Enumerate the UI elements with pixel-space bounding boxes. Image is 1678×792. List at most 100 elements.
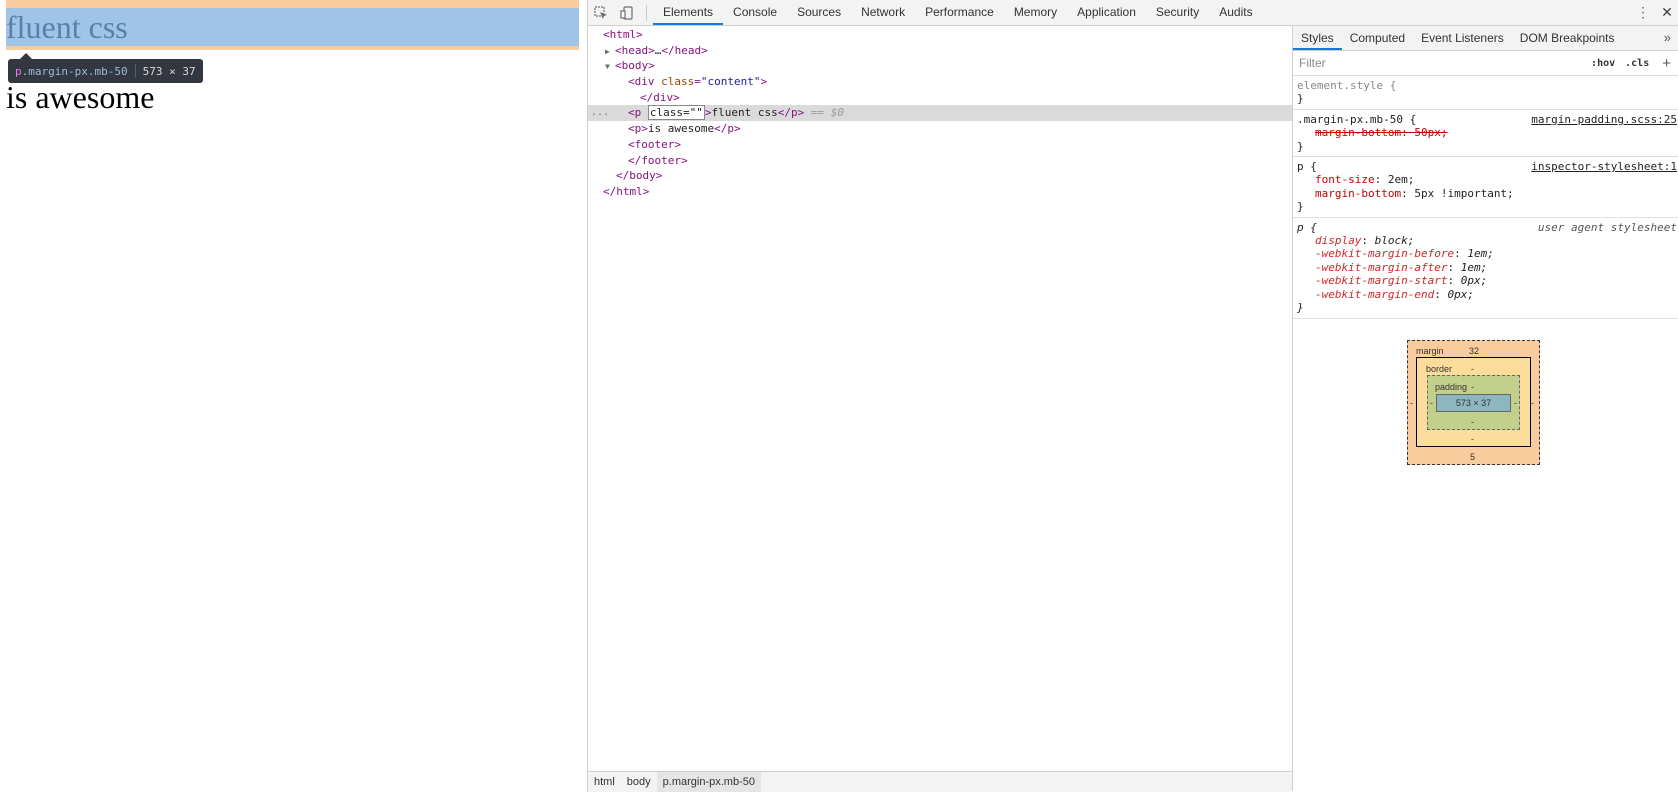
tab-event-listeners[interactable]: Event Listeners bbox=[1413, 26, 1512, 50]
rule-source-link[interactable]: inspector-stylesheet:1 bbox=[1531, 160, 1677, 173]
div-attr-name: class bbox=[661, 75, 695, 89]
select-element-icon[interactable] bbox=[588, 0, 614, 26]
more-options-icon[interactable]: ⋮ bbox=[1631, 0, 1655, 25]
tab-network[interactable]: Network bbox=[851, 0, 915, 25]
box-model-diagram: margin 32 5 - - border - - padding - - -… bbox=[1407, 340, 1540, 465]
breadcrumb: html body p.margin-px.mb-50 bbox=[588, 771, 1292, 792]
paragraph-is-awesome[interactable]: is awesome bbox=[6, 78, 154, 116]
tree-node-footer-close[interactable]: </footer> bbox=[588, 153, 1292, 169]
margin-label: margin bbox=[1416, 346, 1444, 356]
styles-filter-input[interactable] bbox=[1299, 53, 1587, 73]
p2-close-tag: </p> bbox=[714, 122, 741, 136]
tree-node-html-close[interactable]: </html> bbox=[588, 184, 1292, 200]
tooltip-tag: p bbox=[15, 64, 22, 78]
tree-node-footer[interactable]: <footer> bbox=[588, 137, 1292, 153]
tab-application[interactable]: Application bbox=[1067, 0, 1146, 25]
tree-node-html[interactable]: <html> bbox=[588, 27, 1292, 43]
box-model-content[interactable]: 573 × 37 bbox=[1436, 394, 1511, 412]
body-open-tag: <body> bbox=[615, 59, 655, 73]
rule-p-inspector[interactable]: p { inspector-stylesheet:1 font-size: 2e… bbox=[1293, 157, 1678, 218]
padding-right-value[interactable]: - bbox=[1514, 398, 1517, 408]
html-open-tag: <html> bbox=[603, 28, 643, 41]
breadcrumb-p[interactable]: p.margin-px.mb-50 bbox=[656, 772, 761, 792]
more-tabs-icon[interactable]: » bbox=[1656, 26, 1678, 50]
page-viewport: fluent css is awesome p .margin-px.mb-50 … bbox=[0, 0, 588, 792]
breadcrumb-body[interactable]: body bbox=[621, 772, 657, 792]
breadcrumb-html[interactable]: html bbox=[588, 772, 621, 792]
declaration[interactable]: margin-bottom: 5px !important; bbox=[1297, 187, 1677, 200]
tree-node-div-close[interactable]: </div> bbox=[588, 90, 1292, 106]
rule-source-link[interactable]: margin-padding.scss:25 bbox=[1531, 113, 1677, 126]
declaration: -webkit-margin-end: 0px; bbox=[1315, 287, 1474, 301]
property-value: block; bbox=[1374, 234, 1415, 248]
tree-node-p2[interactable]: <p>is awesome</p> bbox=[588, 121, 1292, 137]
border-top-value[interactable]: - bbox=[1471, 364, 1474, 374]
padding-left-value[interactable]: - bbox=[1430, 398, 1433, 408]
inspect-tooltip: p .margin-px.mb-50 573 × 37 bbox=[8, 53, 203, 83]
property-name: display bbox=[1315, 234, 1362, 248]
cls-toggle[interactable]: .cls bbox=[1620, 58, 1654, 69]
footer-open-tag: <footer> bbox=[628, 137, 681, 151]
device-toolbar-icon[interactable] bbox=[614, 0, 640, 26]
margin-top-value[interactable]: 32 bbox=[1469, 346, 1479, 356]
property-value: 50px; bbox=[1414, 126, 1448, 140]
collapse-arrow-icon[interactable]: ▼ bbox=[605, 59, 615, 75]
tree-node-p-selected[interactable]: ... <p class="" >fluent css</p> == $0 bbox=[588, 105, 1292, 122]
tree-node-body[interactable]: ▼ <body> bbox=[588, 58, 1292, 74]
declaration-overridden[interactable]: margin-bottom: 50px; bbox=[1297, 126, 1677, 139]
devtools-panel: Elements Console Sources Network Perform… bbox=[587, 0, 1678, 792]
tab-sources[interactable]: Sources bbox=[787, 0, 851, 25]
head-close-tag: </head> bbox=[661, 43, 708, 57]
hov-toggle[interactable]: :hov bbox=[1586, 58, 1620, 69]
property-name: margin-bottom bbox=[1315, 126, 1402, 140]
property-name: -webkit-margin-end bbox=[1315, 287, 1435, 301]
rule-selector: element.style { bbox=[1297, 79, 1397, 92]
padding-top-value[interactable]: - bbox=[1471, 382, 1474, 392]
rule-close: } bbox=[1297, 200, 1304, 214]
margin-bottom-value[interactable]: 5 bbox=[1470, 452, 1475, 462]
styles-sidebar: Styles Computed Event Listeners DOM Brea… bbox=[1292, 26, 1678, 791]
node-actions-ellipsis[interactable]: ... bbox=[591, 105, 609, 121]
rule-margin-px-mb-50[interactable]: .margin-px.mb-50 { margin-padding.scss:2… bbox=[1293, 110, 1678, 158]
tab-performance[interactable]: Performance bbox=[915, 0, 1004, 25]
declaration[interactable]: font-size: 2em; bbox=[1297, 173, 1677, 186]
rule-close: } bbox=[1297, 301, 1304, 315]
tab-console[interactable]: Console bbox=[723, 0, 787, 25]
expand-arrow-icon[interactable]: ▶ bbox=[605, 44, 615, 60]
tooltip-classes: .margin-px.mb-50 bbox=[21, 64, 128, 78]
tabbar-actions: ⋮ ✕ bbox=[1631, 0, 1678, 25]
property-value: 2em; bbox=[1387, 173, 1415, 187]
border-bottom-value[interactable]: - bbox=[1471, 434, 1474, 444]
property-name: -webkit-margin-after bbox=[1315, 260, 1448, 274]
tab-security[interactable]: Security bbox=[1146, 0, 1209, 25]
p-close-tag: </p> bbox=[777, 106, 805, 120]
tab-dom-breakpoints[interactable]: DOM Breakpoints bbox=[1512, 26, 1623, 50]
p-text: fluent css bbox=[711, 106, 778, 120]
tree-node-head[interactable]: ▶ <head>…</head> bbox=[588, 43, 1292, 59]
tree-node-div-content[interactable]: <div class="content"> bbox=[588, 74, 1292, 90]
padding-bottom-value[interactable]: - bbox=[1471, 417, 1474, 427]
tab-computed[interactable]: Computed bbox=[1342, 26, 1413, 50]
p2-open-tag: <p> bbox=[628, 122, 648, 136]
property-value: 1em; bbox=[1467, 247, 1494, 261]
tree-node-body-close[interactable]: </body> bbox=[588, 168, 1292, 184]
rule-element-style[interactable]: element.style { } bbox=[1293, 76, 1678, 110]
property-name: -webkit-margin-before bbox=[1315, 247, 1455, 261]
property-value: 0px; bbox=[1460, 274, 1488, 288]
attribute-edit-field[interactable]: class="" bbox=[647, 105, 705, 121]
new-rule-icon[interactable]: + bbox=[1654, 55, 1675, 72]
div-close-tag: </div> bbox=[640, 90, 680, 104]
margin-left-value[interactable]: - bbox=[1410, 398, 1413, 408]
dom-tree: <html> ▶ <head>…</head> ▼ <body> <div clas… bbox=[588, 27, 1292, 784]
tab-styles[interactable]: Styles bbox=[1293, 26, 1342, 50]
tab-elements[interactable]: Elements bbox=[653, 0, 724, 25]
paragraph-fluent-css[interactable]: fluent css bbox=[6, 8, 128, 46]
tooltip-size: 573 × 37 bbox=[142, 64, 196, 78]
head-open-tag: <head> bbox=[615, 43, 655, 57]
close-icon[interactable]: ✕ bbox=[1655, 0, 1678, 25]
border-label: border bbox=[1426, 364, 1453, 374]
tab-memory[interactable]: Memory bbox=[1004, 0, 1067, 25]
rule-source-label: user agent stylesheet bbox=[1537, 220, 1677, 234]
tab-audits[interactable]: Audits bbox=[1209, 0, 1262, 25]
margin-right-value[interactable]: - bbox=[1531, 398, 1534, 408]
